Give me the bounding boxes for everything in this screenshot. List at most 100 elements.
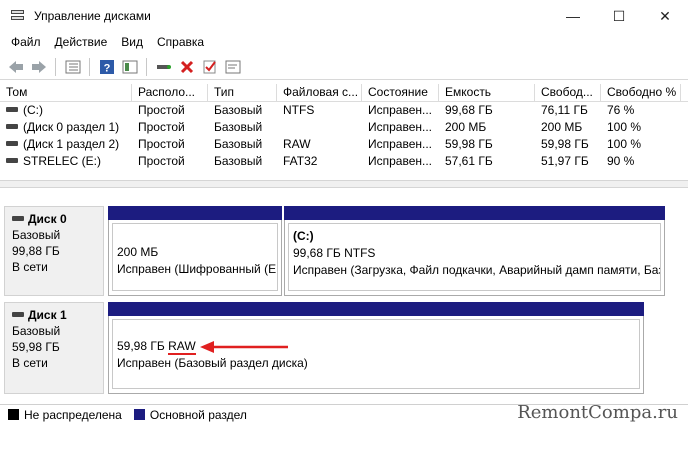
volume-capacity: 200 МБ xyxy=(445,120,487,134)
volume-capacity: 57,61 ГБ xyxy=(445,154,493,168)
volume-status: Исправен... xyxy=(368,154,433,168)
menu-action[interactable]: Действие xyxy=(48,35,115,49)
disk-map: Диск 0 Базовый 99,88 ГБ В сети 200 МБ Ис… xyxy=(0,196,688,398)
disk-status: В сети xyxy=(12,356,48,370)
volume-name: STRELEC (E:) xyxy=(23,154,102,168)
title-bar: Управление дисками — ☐ ✕ xyxy=(0,0,688,32)
legend-label-unallocated: Не распределена xyxy=(24,407,122,422)
col-header-status[interactable]: Состояние xyxy=(362,84,439,101)
menu-file[interactable]: Файл xyxy=(0,35,48,49)
col-header-capacity[interactable]: Емкость xyxy=(439,84,535,101)
disk-info[interactable]: Диск 0 Базовый 99,88 ГБ В сети xyxy=(4,206,104,296)
disk-name: Диск 0 xyxy=(28,212,67,226)
table-row[interactable]: STRELEC (E:) Простой Базовый FAT32 Испра… xyxy=(0,153,688,170)
drive-icon xyxy=(6,124,18,130)
drive-icon xyxy=(6,107,18,113)
menu-view[interactable]: Вид xyxy=(114,35,150,49)
delete-icon[interactable] xyxy=(177,57,197,77)
annotation-arrow-icon xyxy=(200,341,288,353)
volume-list-header: Том Располо... Тип Файловая с... Состоян… xyxy=(0,84,688,102)
check-icon[interactable] xyxy=(200,57,220,77)
partition-status: Исправен (Базовый раздел диска) xyxy=(117,356,308,370)
volume-free: 51,97 ГБ xyxy=(541,154,589,168)
partition-size: 99,68 ГБ NTFS xyxy=(293,246,376,260)
watermark: RemontCompa.ru xyxy=(517,402,678,423)
table-row[interactable]: (C:) Простой Базовый NTFS Исправен... 99… xyxy=(0,102,688,119)
disk-type: Базовый xyxy=(12,228,61,242)
volume-free-percent: 76 % xyxy=(607,103,635,117)
partition-filesystem: RAW xyxy=(168,339,196,355)
volume-free: 76,11 ГБ xyxy=(541,103,588,117)
table-row[interactable]: (Диск 0 раздел 1) Простой Базовый Исправ… xyxy=(0,119,688,136)
volume-filesystem: NTFS xyxy=(283,103,315,117)
col-header-filesystem[interactable]: Файловая с... xyxy=(277,84,362,101)
volume-name: (Диск 0 раздел 1) xyxy=(23,120,120,134)
disk-management-icon xyxy=(10,9,26,23)
drive-icon xyxy=(12,216,24,222)
minimize-button[interactable]: — xyxy=(550,0,596,32)
properties-icon[interactable] xyxy=(223,57,243,77)
volume-status: Исправен... xyxy=(368,137,433,151)
partition-label: (C:) xyxy=(293,229,314,243)
col-header-free-percent[interactable]: Свободно % xyxy=(601,84,681,101)
volume-layout: Простой xyxy=(138,137,185,151)
connect-icon[interactable] xyxy=(154,57,174,77)
volume-free: 59,98 ГБ xyxy=(541,137,589,151)
maximize-button[interactable]: ☐ xyxy=(596,0,642,32)
drive-icon xyxy=(6,158,18,164)
volume-free-percent: 100 % xyxy=(607,120,642,134)
menu-bar: Файл Действие Вид Справка xyxy=(0,32,688,52)
volume-type: Базовый xyxy=(214,120,263,134)
forward-icon[interactable] xyxy=(29,57,49,77)
volume-capacity: 99,68 ГБ xyxy=(445,103,493,117)
volume-capacity: 59,98 ГБ xyxy=(445,137,493,151)
disk-row: Диск 0 Базовый 99,88 ГБ В сети 200 МБ Ис… xyxy=(4,206,666,296)
svg-text:?: ? xyxy=(104,62,111,74)
volume-type: Базовый xyxy=(214,137,263,151)
toolbar: ? xyxy=(0,54,688,80)
table-row[interactable]: (Диск 1 раздел 2) Простой Базовый RAW Ис… xyxy=(0,136,688,153)
pane-splitter[interactable] xyxy=(0,180,688,188)
disk-size: 59,98 ГБ xyxy=(12,340,60,354)
disk-type: Базовый xyxy=(12,324,61,338)
partition-bar xyxy=(108,206,282,220)
volume-list: Том Располо... Тип Файловая с... Состоян… xyxy=(0,84,688,180)
partition-size: 59,98 ГБ xyxy=(117,339,165,353)
list-icon[interactable] xyxy=(63,57,83,77)
volume-filesystem: RAW xyxy=(283,137,311,151)
disk-name: Диск 1 xyxy=(28,308,67,322)
partition-efi[interactable]: 200 МБ Исправен (Шифрованный (EFI xyxy=(108,206,282,296)
drive-icon xyxy=(12,312,24,318)
col-header-layout[interactable]: Располо... xyxy=(132,84,208,101)
col-header-volume[interactable]: Том xyxy=(0,84,132,101)
partition-status: Исправен (Шифрованный (EFI xyxy=(117,262,278,276)
partition-size: 200 МБ xyxy=(117,245,159,259)
volume-filesystem: FAT32 xyxy=(283,154,318,168)
partition-raw[interactable]: 59,98 ГБ RAW Исправен (Базовый раздел ди… xyxy=(108,302,644,394)
col-header-type[interactable]: Тип xyxy=(208,84,277,101)
volume-status: Исправен... xyxy=(368,120,433,134)
disk-status: В сети xyxy=(12,260,48,274)
volume-free-percent: 100 % xyxy=(607,137,642,151)
back-icon[interactable] xyxy=(6,57,26,77)
close-button[interactable]: ✕ xyxy=(642,0,688,32)
volume-type: Базовый xyxy=(214,154,263,168)
volume-type: Базовый xyxy=(214,103,263,117)
legend-swatch-unallocated xyxy=(8,409,19,420)
partition-c[interactable]: (C:) 99,68 ГБ NTFS Исправен (Загрузка, Ф… xyxy=(284,206,665,296)
disk-info[interactable]: Диск 1 Базовый 59,98 ГБ В сети xyxy=(4,302,104,394)
volume-layout: Простой xyxy=(138,103,185,117)
disk-size: 99,88 ГБ xyxy=(12,244,60,258)
col-header-free[interactable]: Свобод... xyxy=(535,84,601,101)
volume-layout: Простой xyxy=(138,154,185,168)
partition-bar xyxy=(284,206,665,220)
volume-name: (C:) xyxy=(23,103,43,117)
volume-name: (Диск 1 раздел 2) xyxy=(23,137,120,151)
volume-layout: Простой xyxy=(138,120,185,134)
panel-icon[interactable] xyxy=(120,57,140,77)
volume-status: Исправен... xyxy=(368,103,433,117)
volume-free: 200 МБ xyxy=(541,120,583,134)
menu-help[interactable]: Справка xyxy=(150,35,211,49)
help-icon[interactable]: ? xyxy=(97,57,117,77)
partition-bar xyxy=(108,302,644,316)
